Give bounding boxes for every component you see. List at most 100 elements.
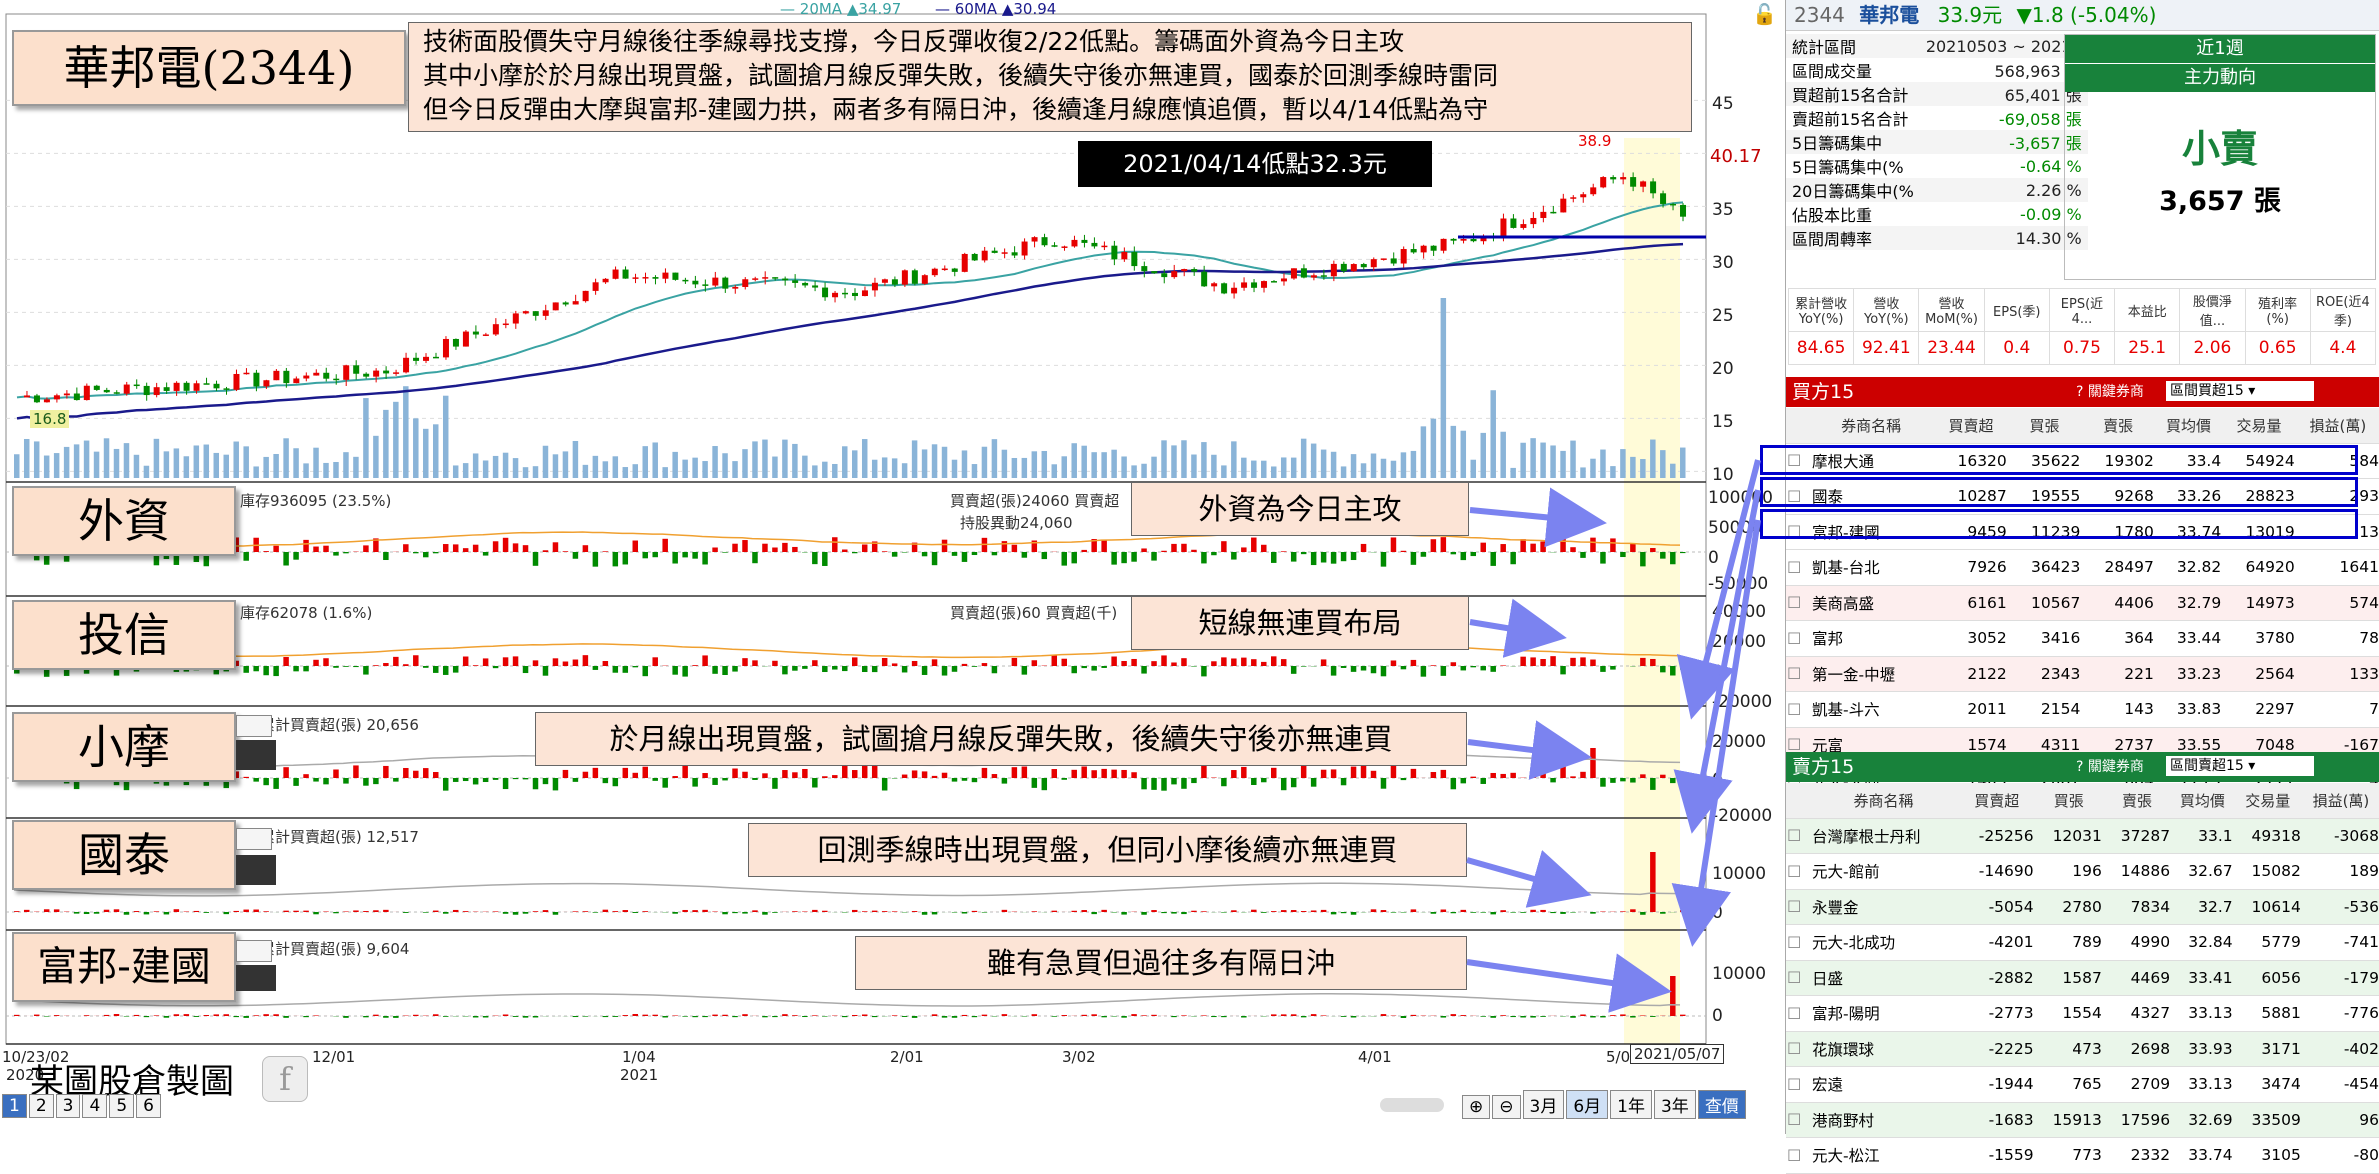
lock-icon[interactable]: 🔓 xyxy=(1752,2,1777,26)
broker-name: 港商野村 xyxy=(1808,1102,1959,1138)
flow-bar xyxy=(822,776,827,778)
flow-bar xyxy=(1321,659,1326,666)
row-checkbox[interactable]: ☐ xyxy=(1786,1138,1808,1174)
broker-row[interactable]: ☐永豐金-50542780783432.710614-536 xyxy=(1786,889,2379,925)
panel-mini-button[interactable] xyxy=(236,965,276,991)
row-checkbox[interactable]: ☐ xyxy=(1786,692,1808,728)
flow-bar xyxy=(822,1016,827,1017)
page-tab[interactable]: 2 xyxy=(29,1094,54,1118)
panel-mini-button[interactable] xyxy=(236,855,276,885)
flow-bar xyxy=(952,552,957,556)
row-checkbox[interactable]: ☐ xyxy=(1786,656,1808,692)
broker-row[interactable]: ☐凱基-台北7926364232849732.82649201641 xyxy=(1786,550,2379,586)
row-checkbox[interactable]: ☐ xyxy=(1786,550,1808,586)
broker-row[interactable]: ☐元大-松江-1559773233233.743105-80 xyxy=(1786,1138,2379,1174)
volume-bar xyxy=(852,450,857,478)
period-3m-button[interactable]: 3月 xyxy=(1523,1090,1565,1119)
x-date: 12/01 xyxy=(312,1048,355,1066)
period-1y-button[interactable]: 1年 xyxy=(1610,1090,1652,1119)
flow-bar xyxy=(1461,778,1466,783)
flow-bar xyxy=(1540,1016,1545,1017)
row-checkbox[interactable]: ☐ xyxy=(1786,925,1808,961)
flow-bar xyxy=(224,912,229,914)
broker-row[interactable]: ☐美商高盛616110567440632.7914973574 xyxy=(1786,585,2379,621)
row-checkbox[interactable]: ☐ xyxy=(1786,889,1808,925)
page-tab[interactable]: 3 xyxy=(56,1094,81,1118)
row-checkbox[interactable]: ☐ xyxy=(1786,1067,1808,1103)
zoom-in-icon[interactable]: ⊕ xyxy=(1462,1095,1490,1119)
broker-row[interactable]: ☐元大-北成功-4201789499032.845779-741 xyxy=(1786,925,2379,961)
row-checkbox[interactable]: ☐ xyxy=(1786,1031,1808,1067)
flow-bar xyxy=(1441,666,1446,676)
broker-cell: 32.79 xyxy=(2155,585,2222,621)
x-date: 3/02 xyxy=(1062,1048,1096,1066)
callout-cathay: 回測季線時出現買盤，但同小摩後續亦無連買 xyxy=(748,823,1467,877)
stock-name[interactable]: 華邦電 xyxy=(1859,3,1919,27)
row-checkbox[interactable]: ☐ xyxy=(1786,585,1808,621)
flow-bar xyxy=(253,910,258,912)
flow-bar xyxy=(363,666,368,675)
row-checkbox[interactable]: ☐ xyxy=(1786,854,1808,890)
sell-filter-select[interactable]: 區間賣超15 ▾ xyxy=(2166,756,2314,776)
volume-bar xyxy=(473,453,478,478)
panel-mini-button[interactable] xyxy=(236,740,276,770)
buy-filter-select[interactable]: 區間買超15 ▾ xyxy=(2166,381,2314,401)
scrollbar[interactable] xyxy=(1380,1098,1444,1112)
flow-bar xyxy=(842,550,847,552)
period-3y-button[interactable]: 3年 xyxy=(1654,1090,1696,1119)
flow-bar xyxy=(1151,1015,1156,1016)
flow-bar xyxy=(1610,778,1615,783)
flow-bar xyxy=(792,547,797,552)
flow-bar xyxy=(1660,775,1665,778)
broker-row[interactable]: ☐台灣摩根士丹利-25256120313728733.149318-3068 xyxy=(1786,818,2379,854)
page-tab[interactable]: 4 xyxy=(82,1094,107,1118)
flow-bar xyxy=(303,1016,308,1017)
candle-body xyxy=(662,273,668,279)
period-6m-button[interactable]: 6月 xyxy=(1566,1090,1608,1119)
row-checkbox[interactable]: ☐ xyxy=(1786,960,1808,996)
flow-bar xyxy=(114,1014,119,1016)
flow-bar xyxy=(1071,911,1076,912)
stock-chart-area[interactable]: 華邦電(2344) 技術面股價失守月線後往季線尋找支撐，今日反彈收復2/22低點… xyxy=(0,0,1780,1134)
flow-bar xyxy=(253,1015,258,1016)
broker-name: 元大-北成功 xyxy=(1808,925,1959,961)
broker-row[interactable]: ☐凱基-斗六2011215414333.8322977 xyxy=(1786,692,2379,728)
broker-cell: 574 xyxy=(2296,585,2379,621)
zoom-out-icon[interactable]: ⊖ xyxy=(1492,1095,1520,1119)
flow-bar xyxy=(692,1016,697,1017)
page-tab[interactable]: 5 xyxy=(109,1094,134,1118)
broker-row[interactable]: ☐第一金-中壢2122234322133.232564133 xyxy=(1786,656,2379,692)
broker-row[interactable]: ☐元大-館前-146901961488632.6715082189 xyxy=(1786,854,2379,890)
broker-cell: 7834 xyxy=(2103,889,2171,925)
flow-bar xyxy=(1311,910,1316,912)
broker-row[interactable]: ☐宏遠-1944765270933.133474-454 xyxy=(1786,1067,2379,1103)
broker-row[interactable]: ☐富邦3052341636433.44378078 xyxy=(1786,621,2379,657)
flow-bar xyxy=(872,766,877,778)
panel-mini-button[interactable] xyxy=(236,715,272,737)
row-checkbox[interactable]: ☐ xyxy=(1786,1102,1808,1138)
page-tab[interactable]: 1 xyxy=(2,1094,27,1118)
flow-bar xyxy=(1580,552,1585,558)
query-price-button[interactable]: 查價 xyxy=(1698,1090,1746,1119)
page-tab[interactable]: 6 xyxy=(136,1094,161,1118)
candle-body xyxy=(293,378,299,383)
volume-bar xyxy=(533,466,538,478)
row-checkbox[interactable]: ☐ xyxy=(1786,818,1808,854)
flow-bar xyxy=(812,1015,817,1016)
flow-bar xyxy=(273,546,278,552)
panel-mini-button[interactable] xyxy=(236,940,272,962)
volume-bar xyxy=(1570,441,1575,478)
candle-body xyxy=(1231,288,1237,294)
broker-row[interactable]: ☐日盛-28821587446933.416056-179 xyxy=(1786,960,2379,996)
broker-row[interactable]: ☐港商野村-1683159131759632.693350996 xyxy=(1786,1102,2379,1138)
facebook-icon[interactable]: f xyxy=(262,1056,308,1102)
broker-row[interactable]: ☐花旗環球-2225473269833.933171-402 xyxy=(1786,1031,2379,1067)
candle-body xyxy=(1650,181,1656,193)
panel-mini-button[interactable] xyxy=(236,828,272,850)
row-checkbox[interactable]: ☐ xyxy=(1786,621,1808,657)
broker-row[interactable]: ☐富邦-陽明-27731554432733.135881-776 xyxy=(1786,996,2379,1032)
row-checkbox[interactable]: ☐ xyxy=(1786,996,1808,1032)
volume-bar xyxy=(1670,464,1675,478)
broker-cell: 2122 xyxy=(1934,656,2008,692)
broker-cell: 4469 xyxy=(2103,960,2171,996)
